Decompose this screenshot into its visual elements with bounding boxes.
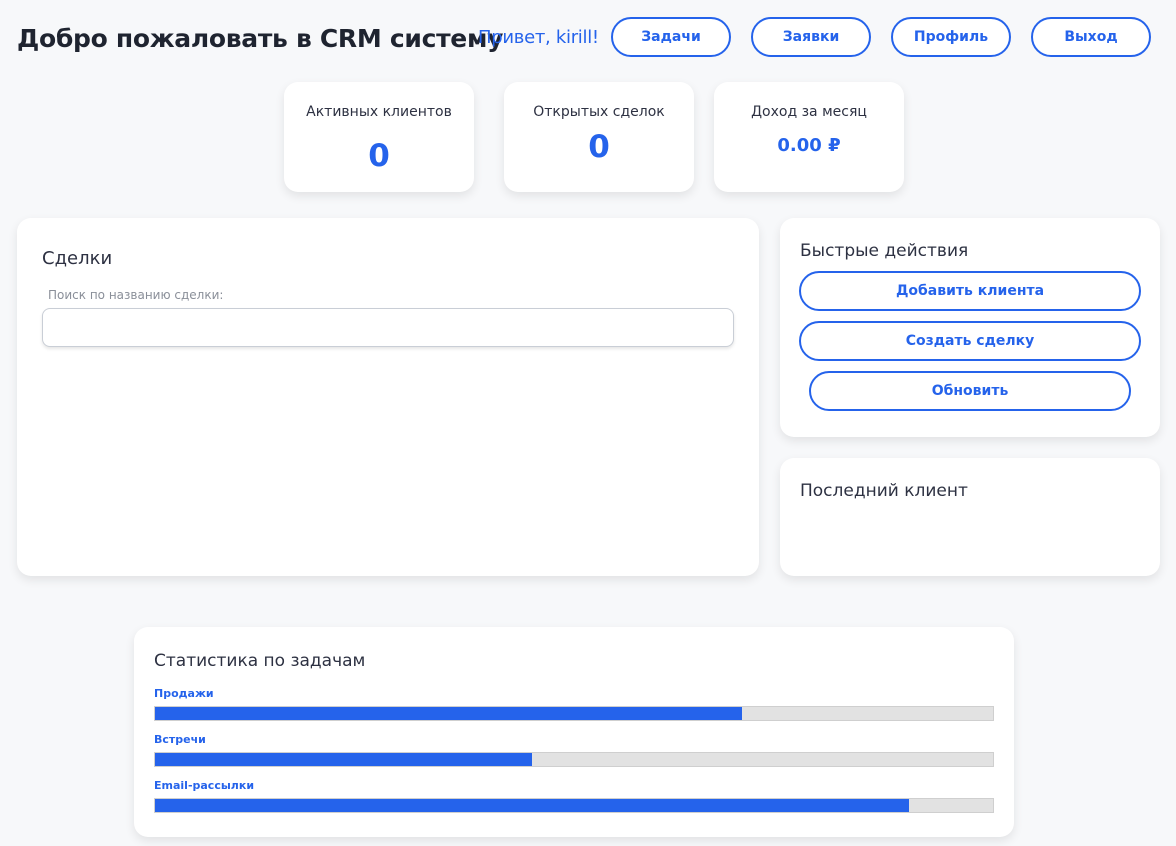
- bar-label: Продажи: [154, 687, 214, 700]
- user-greeting: Привет, kirill!: [478, 27, 599, 48]
- task-stats-panel: Статистика по задачам Продажи Встречи Em…: [134, 627, 1014, 837]
- monthly-income-card: Доход за месяц 0.00 ₽: [714, 82, 904, 192]
- header: Добро пожаловать в CRM систему Привет, k…: [0, 0, 1176, 80]
- requests-nav-button[interactable]: Заявки: [751, 17, 871, 57]
- stat-value: 0: [588, 129, 610, 165]
- deal-search-input[interactable]: [42, 308, 734, 347]
- bar-fill: [155, 707, 742, 720]
- email-progress-bar: [154, 798, 994, 813]
- profile-nav-button[interactable]: Профиль: [891, 17, 1011, 57]
- sales-progress-bar: [154, 706, 994, 721]
- bar-label: Email-рассылки: [154, 779, 255, 792]
- active-clients-card: Активных клиентов 0: [284, 82, 474, 192]
- bar-fill: [155, 799, 910, 812]
- last-client-panel: Последний клиент: [780, 458, 1160, 576]
- page-title: Добро пожаловать в CRM систему: [17, 24, 504, 53]
- stat-label: Доход за месяц: [751, 104, 867, 120]
- add-client-button[interactable]: Добавить клиента: [799, 271, 1141, 311]
- tasks-nav-button[interactable]: Задачи: [611, 17, 731, 57]
- meetings-progress-bar: [154, 752, 994, 767]
- open-deals-card: Открытых сделок 0: [504, 82, 694, 192]
- stat-value: 0.00 ₽: [777, 135, 841, 156]
- deals-panel: Сделки Поиск по названию сделки:: [17, 218, 759, 576]
- search-label: Поиск по названию сделки:: [48, 288, 224, 302]
- create-deal-button[interactable]: Создать сделку: [799, 321, 1141, 361]
- bar-label: Встречи: [154, 733, 206, 746]
- task-stats-title: Статистика по задачам: [154, 651, 366, 671]
- stat-label: Открытых сделок: [533, 104, 665, 120]
- deals-title: Сделки: [42, 248, 113, 269]
- last-client-title: Последний клиент: [800, 481, 968, 501]
- refresh-button[interactable]: Обновить: [809, 371, 1131, 411]
- bar-fill: [155, 753, 533, 766]
- stat-value: 0: [368, 138, 390, 174]
- quick-actions-title: Быстрые действия: [800, 241, 969, 261]
- stat-label: Активных клиентов: [306, 104, 452, 120]
- quick-actions-panel: Быстрые действия Добавить клиента Создат…: [780, 218, 1160, 437]
- logout-button[interactable]: Выход: [1031, 17, 1151, 57]
